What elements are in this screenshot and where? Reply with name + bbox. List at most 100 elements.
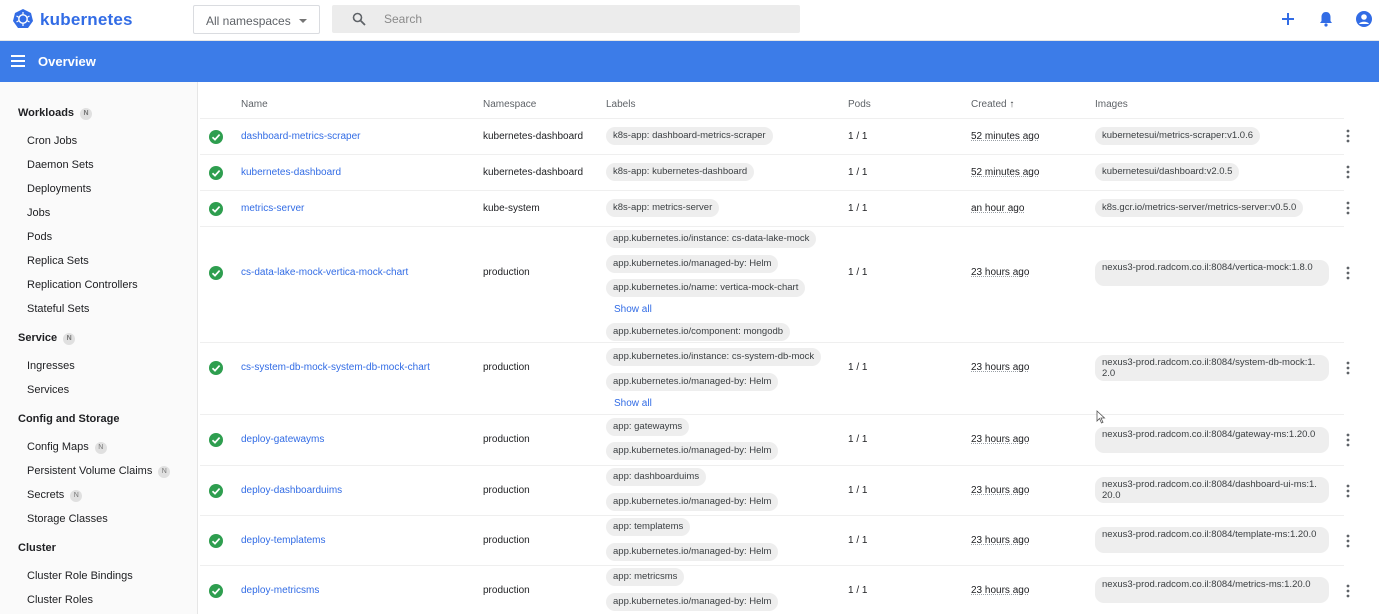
namespace-value: All namespaces xyxy=(206,14,291,28)
label-chip: app: metricsms xyxy=(606,568,685,586)
check-circle-icon xyxy=(209,166,223,180)
created-cell: 52 minutes ago xyxy=(971,131,1040,142)
created-cell: 52 minutes ago xyxy=(971,167,1040,178)
search-box[interactable] xyxy=(332,5,800,33)
sidebar-section-service[interactable]: Service N xyxy=(18,332,76,345)
sidebar-item-persistent-volume-claims[interactable]: Persistent Volume Claims N xyxy=(27,465,171,478)
sidebar-item-deployments[interactable]: Deployments xyxy=(27,183,91,195)
deployment-name-link[interactable]: cs-system-db-mock-system-db-mock-chart xyxy=(241,362,430,373)
menu-icon[interactable] xyxy=(11,55,25,67)
more-vert-icon[interactable] xyxy=(1345,129,1351,143)
show-all-link[interactable]: Show all xyxy=(614,398,652,409)
created-cell: 23 hours ago xyxy=(971,585,1030,596)
more-vert-icon[interactable] xyxy=(1345,361,1351,375)
label-chip: app: gatewayms xyxy=(606,418,690,436)
new-badge: N xyxy=(70,490,83,502)
created-cell: 23 hours ago xyxy=(971,535,1030,546)
deployment-name-link[interactable]: dashboard-metrics-scraper xyxy=(241,131,361,142)
check-circle-icon xyxy=(209,361,223,375)
add-icon[interactable] xyxy=(1279,10,1297,28)
kubernetes-logo-icon[interactable] xyxy=(12,8,34,30)
sidebar-item-stateful-sets[interactable]: Stateful Sets xyxy=(27,303,89,315)
sidebar-item-cron-jobs[interactable]: Cron Jobs xyxy=(27,135,77,147)
sidebar-item-replication-controllers[interactable]: Replication Controllers xyxy=(27,279,138,291)
sidebar-item-cluster-roles[interactable]: Cluster Roles xyxy=(27,594,93,606)
namespace-cell: kubernetes-dashboard xyxy=(483,167,584,178)
account-icon[interactable] xyxy=(1355,10,1373,28)
show-all-link[interactable]: Show all xyxy=(614,304,652,315)
app-title[interactable]: kubernetes xyxy=(40,10,133,30)
pods-cell: 1 / 1 xyxy=(848,585,868,596)
sidebar-item-pods[interactable]: Pods xyxy=(27,231,52,243)
sidebar-item-replica-sets[interactable]: Replica Sets xyxy=(27,255,89,267)
deployment-name-link[interactable]: metrics-server xyxy=(241,203,304,214)
more-vert-icon[interactable] xyxy=(1345,534,1351,548)
namespace-cell: kube-system xyxy=(483,203,540,214)
image-chip: nexus3-prod.radcom.co.il:8084/dashboard-… xyxy=(1095,477,1329,503)
namespace-cell: production xyxy=(483,434,530,445)
pods-cell: 1 / 1 xyxy=(848,434,868,445)
sidebar-item-storage-classes[interactable]: Storage Classes xyxy=(27,513,108,525)
sidebar-item-secrets[interactable]: Secrets N xyxy=(27,489,83,502)
deployment-name-link[interactable]: kubernetes-dashboard xyxy=(241,167,341,178)
column-header-created-label: Created xyxy=(971,99,1007,110)
pods-cell: 1 / 1 xyxy=(848,267,868,278)
namespace-select[interactable]: All namespaces xyxy=(193,5,320,34)
sidebar-section-config-and-storage[interactable]: Config and Storage xyxy=(18,413,119,425)
namespace-cell: production xyxy=(483,585,530,596)
more-vert-icon[interactable] xyxy=(1345,484,1351,498)
sidebar-item-config-maps[interactable]: Config Maps N xyxy=(27,441,107,454)
label-chip: app.kubernetes.io/name: vertica-mock-cha… xyxy=(606,279,806,297)
deployment-name-link[interactable]: deploy-gatewayms xyxy=(241,434,324,445)
mouse-cursor-icon xyxy=(1096,410,1106,424)
label-chip: app.kubernetes.io/managed-by: Helm xyxy=(606,593,779,611)
sidebar-section-cluster[interactable]: Cluster xyxy=(18,542,56,554)
check-circle-icon xyxy=(209,266,223,280)
sidebar-item-jobs[interactable]: Jobs xyxy=(27,207,50,219)
label-chip: k8s-app: kubernetes-dashboard xyxy=(606,163,755,181)
label-chip: app.kubernetes.io/component: mongodb xyxy=(606,323,791,341)
check-circle-icon xyxy=(209,202,223,216)
column-header-pods: Pods xyxy=(848,99,871,110)
more-vert-icon[interactable] xyxy=(1345,165,1351,179)
sidebar-item-ingresses[interactable]: Ingresses xyxy=(27,360,75,372)
new-badge: N xyxy=(158,466,171,478)
search-input[interactable] xyxy=(384,5,784,33)
label-chip: app: templatems xyxy=(606,518,691,536)
notifications-bell-icon[interactable] xyxy=(1317,10,1335,28)
sidebar-section-workloads[interactable]: Workloads N xyxy=(18,107,93,120)
image-chip: nexus3-prod.radcom.co.il:8084/gateway-ms… xyxy=(1095,427,1329,453)
pods-cell: 1 / 1 xyxy=(848,362,868,373)
created-cell: 23 hours ago xyxy=(971,267,1030,278)
sidebar-item-services[interactable]: Services xyxy=(27,384,69,396)
more-vert-icon[interactable] xyxy=(1345,433,1351,447)
sort-ascending-icon: ↑ xyxy=(1009,99,1015,110)
sidebar-item-daemon-sets[interactable]: Daemon Sets xyxy=(27,159,94,171)
sidebar-item-cluster-role-bindings[interactable]: Cluster Role Bindings xyxy=(27,570,133,582)
column-header-namespace[interactable]: Namespace xyxy=(483,99,536,110)
column-header-images: Images xyxy=(1095,99,1128,110)
image-chip: nexus3-prod.radcom.co.il:8084/vertica-mo… xyxy=(1095,260,1329,286)
sidebar-item-label: Persistent Volume Claims xyxy=(27,465,153,477)
search-icon xyxy=(352,12,366,26)
pods-cell: 1 / 1 xyxy=(848,203,868,214)
more-vert-icon[interactable] xyxy=(1345,201,1351,215)
image-chip: kubernetesui/metrics-scraper:v1.0.6 xyxy=(1095,127,1261,145)
deployment-name-link[interactable]: deploy-metricsms xyxy=(241,585,319,596)
deployment-name-link[interactable]: deploy-dashboarduims xyxy=(241,485,342,496)
deployment-name-link[interactable]: deploy-templatems xyxy=(241,535,325,546)
more-vert-icon[interactable] xyxy=(1345,584,1351,598)
check-circle-icon xyxy=(209,130,223,144)
image-chip: nexus3-prod.radcom.co.il:8084/metrics-ms… xyxy=(1095,577,1329,603)
label-chip: app.kubernetes.io/managed-by: Helm xyxy=(606,543,779,561)
label-chip: app: dashboarduims xyxy=(606,468,707,486)
more-vert-icon[interactable] xyxy=(1345,266,1351,280)
image-chip: k8s.gcr.io/metrics-server/metrics-server… xyxy=(1095,199,1304,217)
chevron-down-icon xyxy=(299,19,307,23)
column-header-created[interactable]: Created ↑ xyxy=(971,99,1014,110)
deployment-name-link[interactable]: cs-data-lake-mock-vertica-mock-chart xyxy=(241,267,408,278)
column-header-name[interactable]: Name xyxy=(241,99,268,110)
created-cell: 23 hours ago xyxy=(971,434,1030,445)
sidebar-section-label: Workloads xyxy=(18,107,75,119)
pods-cell: 1 / 1 xyxy=(848,485,868,496)
